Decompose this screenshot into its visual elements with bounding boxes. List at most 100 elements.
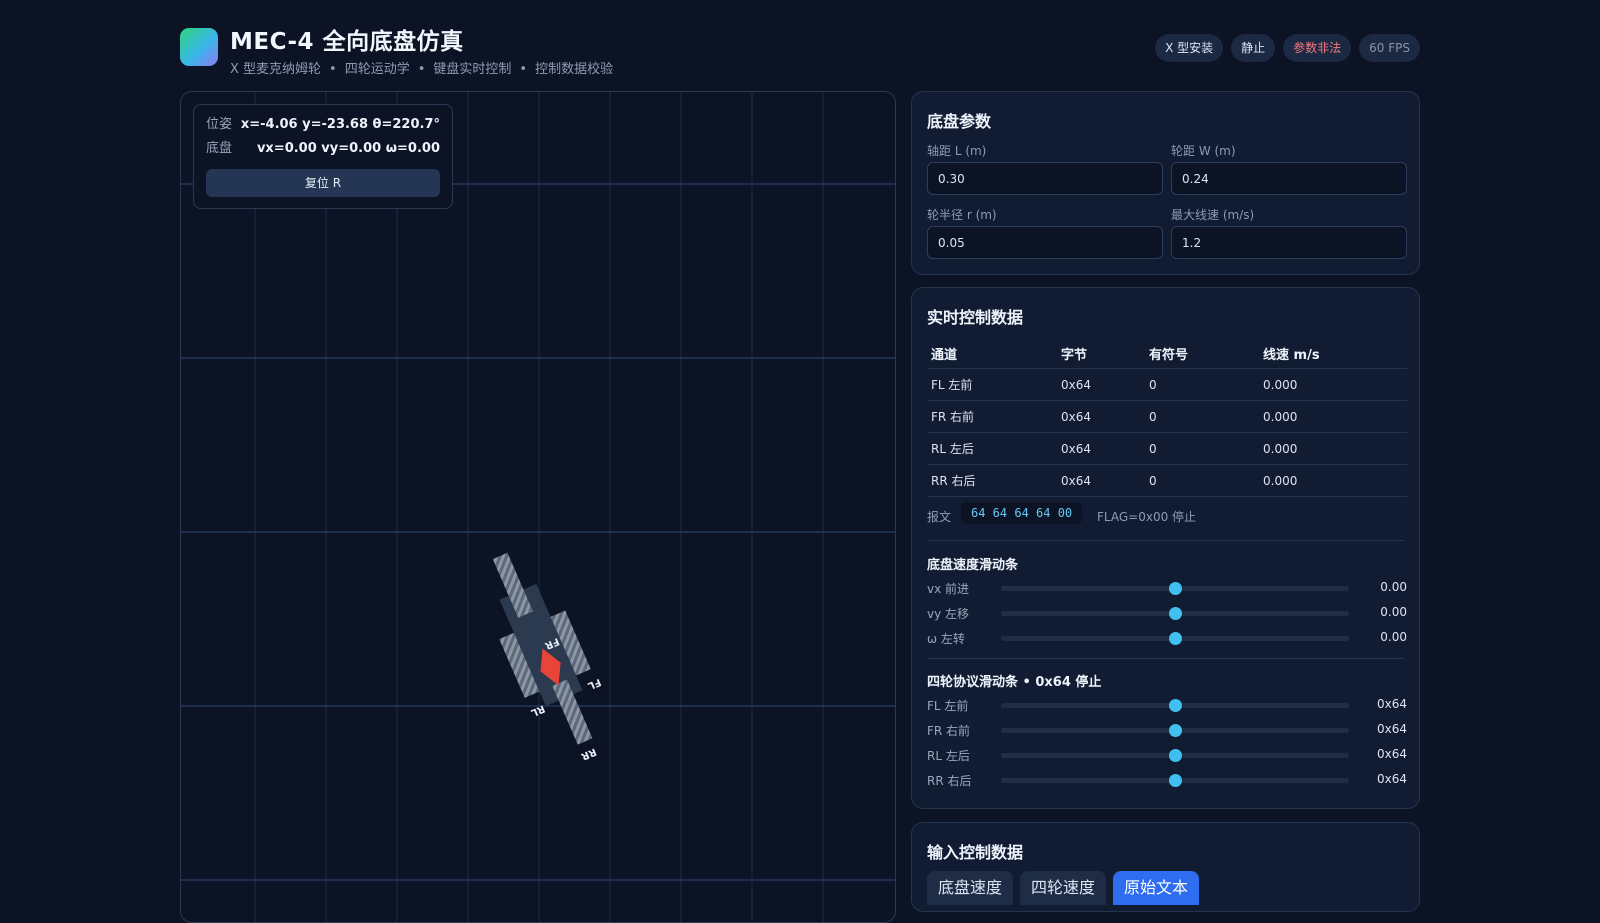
slider-value: 0.00 <box>1380 580 1407 594</box>
divider <box>927 658 1404 659</box>
app-header: MEC-4 全向底盘仿真 X 型麦克纳姆轮 • 四轮运动学 • 键盘实时控制 • 控制数据校… <box>180 22 1420 80</box>
slider-omega: ω 左转 0.00 <box>927 628 1407 648</box>
col-channel: 通道 <box>927 338 1057 369</box>
cell-speed: 0.000 <box>1259 368 1407 401</box>
track-label: 轮距 W (m) <box>1171 144 1236 158</box>
slider-track[interactable] <box>1001 607 1349 620</box>
table-row: RR 右后 0x64 0 0.000 <box>927 464 1407 497</box>
cell-channel: FL 左前 <box>927 368 1057 401</box>
pose-row: 位姿 x=-4.06 y=-23.68 θ=220.7° <box>206 115 440 135</box>
chassis-label: 底盘 <box>206 141 233 156</box>
slider-thumb[interactable] <box>1169 607 1182 620</box>
subtitle-item: 键盘实时控制 <box>433 62 512 77</box>
slider-vy: vy 左移 0.00 <box>927 603 1407 623</box>
table-row: FR 右前 0x64 0 0.000 <box>927 400 1407 433</box>
wheelbase-label: 轴距 L (m) <box>927 144 987 158</box>
subtitle-item: 四轮运动学 <box>344 62 410 77</box>
pose-label: 位姿 <box>206 117 233 132</box>
wheel-label-rr: RR <box>579 745 598 761</box>
cell-signed: 0 <box>1145 464 1259 497</box>
slider-vx: vx 前进 0.00 <box>927 578 1407 598</box>
wheel-label-rl: RL <box>528 702 546 718</box>
slider-value: 0.00 <box>1380 630 1407 644</box>
pose-panel: 位姿 x=-4.06 y=-23.68 θ=220.7° 底盘 vx=0.00 … <box>193 104 453 209</box>
cell-speed: 0.000 <box>1259 400 1407 433</box>
cell-speed: 0.000 <box>1259 432 1407 465</box>
control-table: 通道 字节 有符号 线速 m/s FL 左前 0x64 0 0.000 FR 右前 0x… <box>927 338 1407 497</box>
pose-value: x=-4.06 y=-23.68 θ=220.7° <box>240 117 440 132</box>
slider-track[interactable] <box>1001 749 1349 762</box>
slider-label: vy 左移 <box>927 607 970 621</box>
slider-thumb[interactable] <box>1169 699 1182 712</box>
fps-badge: 60 FPS <box>1359 34 1420 62</box>
page-subtitle: X 型麦克纳姆轮 • 四轮运动学 • 键盘实时控制 • 控制数据校验 <box>230 62 614 77</box>
cell-byte: 0x64 <box>1057 432 1145 465</box>
page-title: MEC-4 全向底盘仿真 <box>230 29 464 55</box>
slider-fr: FR 右前 0x64 <box>927 720 1407 740</box>
slider-value: 0x64 <box>1376 697 1407 711</box>
slider-thumb[interactable] <box>1169 632 1182 645</box>
chassis-row: 底盘 vx=0.00 vy=0.00 ω=0.00 <box>206 139 440 159</box>
control-title: 实时控制数据 <box>927 308 1024 327</box>
table-row: RL 左后 0x64 0 0.000 <box>927 432 1407 465</box>
divider <box>927 540 1404 541</box>
cell-signed: 0 <box>1145 400 1259 433</box>
slider-track[interactable] <box>1001 774 1349 787</box>
slider-label: vx 前进 <box>927 582 970 596</box>
radius-label: 轮半径 r (m) <box>927 208 997 222</box>
col-signed: 有符号 <box>1145 338 1259 369</box>
cell-byte: 0x64 <box>1057 368 1145 401</box>
status-badges: X 型安装 静止 参数非法 60 FPS <box>1155 34 1420 62</box>
slider-label: RL 左后 <box>927 749 970 763</box>
subtitle-item: 控制数据校验 <box>535 62 614 77</box>
slider-value: 0x64 <box>1376 772 1407 786</box>
slider-rl: RL 左后 0x64 <box>927 745 1407 765</box>
slider-value: 0x64 <box>1376 747 1407 761</box>
packet-hex: 64 64 64 64 00 <box>961 502 1083 524</box>
slider-thumb[interactable] <box>1169 749 1182 762</box>
cell-signed: 0 <box>1145 368 1259 401</box>
chassis-value: vx=0.00 vy=0.00 ω=0.00 <box>256 141 440 156</box>
slider-thumb[interactable] <box>1169 724 1182 737</box>
max-speed-label: 最大线速 (m/s) <box>1171 208 1255 222</box>
realtime-control-panel: 实时控制数据 通道 字节 有符号 线速 m/s FL 左前 0x64 0 0.000 … <box>911 287 1420 809</box>
cell-signed: 0 <box>1145 432 1259 465</box>
max-speed-input[interactable]: 1.2 <box>1171 226 1407 259</box>
cell-speed: 0.000 <box>1259 464 1407 497</box>
chassis-params-panel: 底盘参数 轴距 L (m) 0.30 轮距 W (m) 0.24 轮半径 r (… <box>911 91 1420 275</box>
reset-button[interactable]: 复位 R <box>206 169 440 197</box>
track-input[interactable]: 0.24 <box>1171 162 1407 195</box>
app-logo <box>180 28 218 66</box>
mount-badge: X 型安装 <box>1155 34 1224 62</box>
slider-track[interactable] <box>1001 724 1349 737</box>
slider-track[interactable] <box>1001 582 1349 595</box>
slider-fl: FL 左前 0x64 <box>927 695 1407 715</box>
slider-label: RR 右后 <box>927 774 972 788</box>
col-byte: 字节 <box>1057 338 1145 369</box>
slider-rr: RR 右后 0x64 <box>927 770 1407 790</box>
cell-byte: 0x64 <box>1057 400 1145 433</box>
input-control-panel: 输入控制数据 底盘速度 四轮速度 原始文本 <box>911 822 1420 912</box>
radius-input[interactable]: 0.05 <box>927 226 1163 259</box>
slider-label: FR 右前 <box>927 724 971 738</box>
params-title: 底盘参数 <box>927 112 992 131</box>
cell-byte: 0x64 <box>1057 464 1145 497</box>
subtitle-item: X 型麦克纳姆轮 <box>230 62 322 77</box>
slider-label: ω 左转 <box>927 632 965 646</box>
motion-state-badge: 静止 <box>1231 34 1276 62</box>
slider-value: 0.00 <box>1380 605 1407 619</box>
slider-thumb[interactable] <box>1169 774 1182 787</box>
table-row: FL 左前 0x64 0 0.000 <box>927 368 1407 401</box>
slider-thumb[interactable] <box>1169 582 1182 595</box>
simulation-canvas[interactable]: FR RL FL RR 位姿 x=-4.06 y=-23.68 θ=220.7°… <box>180 91 896 923</box>
packet-flag: FLAG=0x00 停止 <box>1097 510 1197 524</box>
grid-background: FR RL FL RR <box>181 92 895 922</box>
col-speed: 线速 m/s <box>1259 338 1407 369</box>
wheel-slider-title: 四轮协议滑动条 • 0x64 停止 <box>927 675 1102 690</box>
slider-track[interactable] <box>1001 699 1349 712</box>
cell-channel: RL 左后 <box>927 432 1057 465</box>
slider-track[interactable] <box>1001 632 1349 645</box>
wheelbase-input[interactable]: 0.30 <box>927 162 1163 195</box>
packet-label: 报文 <box>927 510 952 524</box>
input-title: 输入控制数据 <box>927 843 1024 862</box>
